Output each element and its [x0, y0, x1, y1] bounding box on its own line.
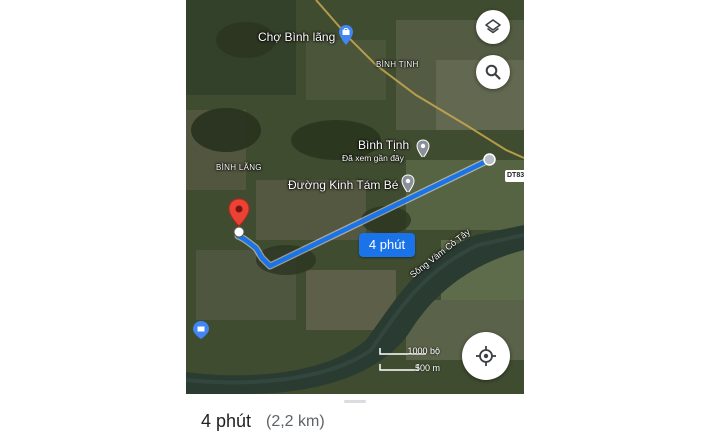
- layers-button[interactable]: [476, 10, 510, 44]
- search-icon: [485, 64, 501, 80]
- shopping-bag-icon[interactable]: [192, 320, 210, 340]
- label-binh-tinh-area: BÌNH TỊNH: [376, 60, 419, 69]
- road-shield: DT83: [505, 170, 524, 182]
- my-location-button[interactable]: [462, 332, 510, 380]
- map-view[interactable]: Chợ Bình lãng BÌNH TỊNH Bình Tịnh Đã xem…: [186, 0, 524, 394]
- shopping-bag-icon[interactable]: [338, 24, 354, 46]
- search-button[interactable]: [476, 55, 510, 89]
- scale-bar: 1000 bộ 500 m: [378, 346, 448, 376]
- destination-pin-icon[interactable]: [228, 198, 250, 240]
- label-cho-binh-lang: Chợ Bình lãng: [258, 30, 336, 44]
- bottom-sheet[interactable]: 4 phút (2,2 km): [186, 394, 524, 440]
- place-pin-icon[interactable]: [416, 139, 430, 157]
- place-pin-icon[interactable]: [401, 174, 415, 192]
- label-binh-lang-area: BÌNH LÃNG: [216, 163, 262, 172]
- layers-icon: [485, 19, 501, 34]
- origin-marker[interactable]: [483, 153, 496, 166]
- label-binh-tinh-sub: Đã xem gần đây: [342, 153, 404, 163]
- page: Chợ Bình lãng BÌNH TỊNH Bình Tịnh Đã xem…: [0, 0, 710, 440]
- label-duong-kinh: Đường Kinh Tám Bé: [288, 178, 399, 192]
- scale-metric: 500 m: [414, 363, 440, 373]
- route-distance: (2,2 km): [266, 413, 325, 430]
- drag-handle[interactable]: [344, 400, 366, 403]
- eta-time: 4 phút: [201, 411, 252, 431]
- route-time-badge[interactable]: 4 phút: [359, 233, 415, 257]
- my-location-icon: [476, 346, 496, 366]
- scale-imperial: 1000 bộ: [407, 346, 440, 356]
- label-binh-tinh-place: Bình Tịnh: [358, 138, 410, 152]
